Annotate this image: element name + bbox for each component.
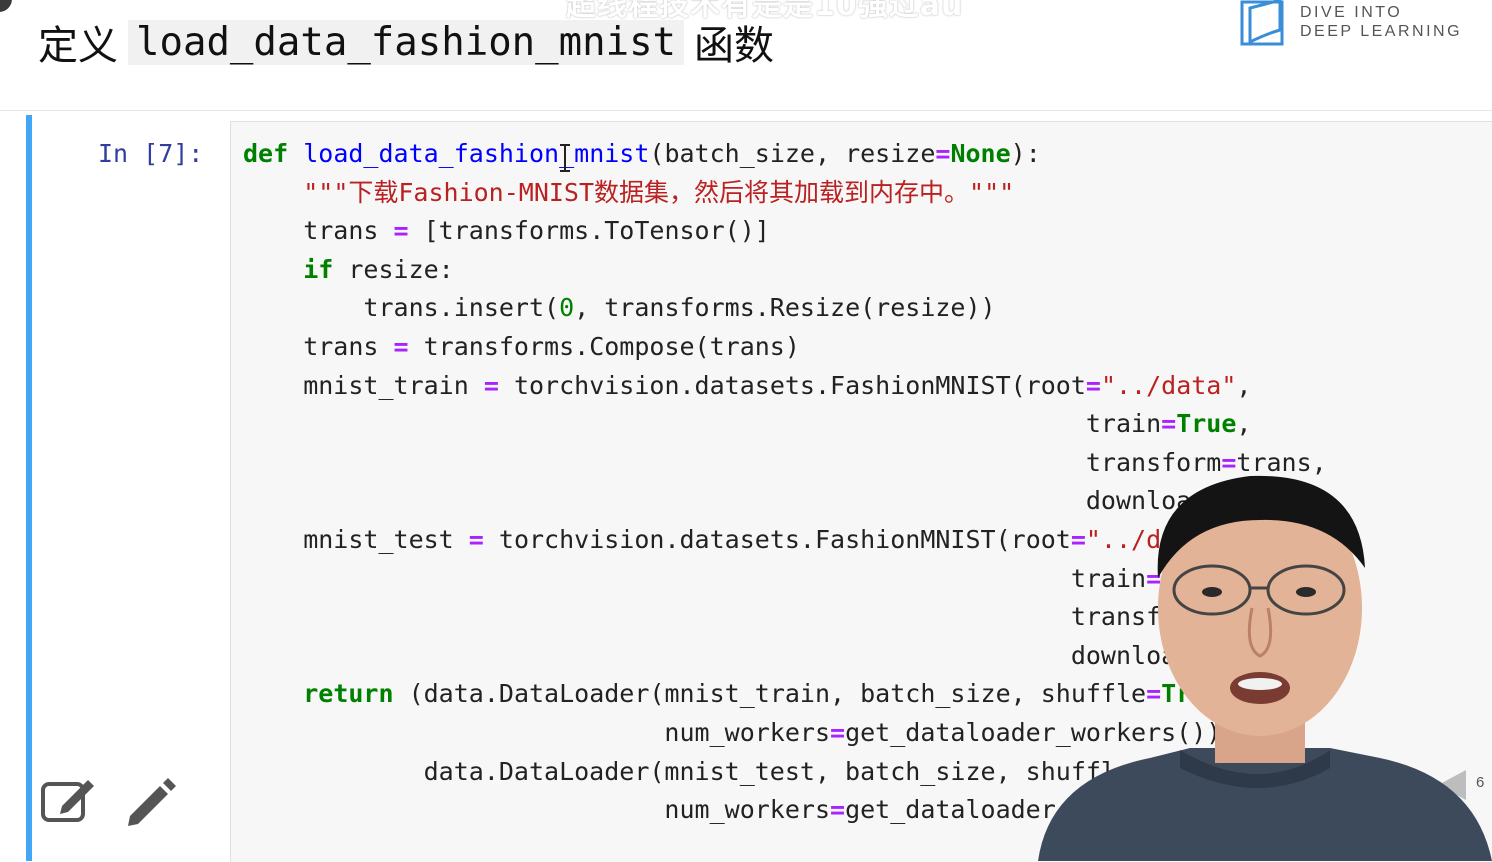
code-token: def: [243, 139, 289, 168]
code-token: resize:: [333, 254, 454, 284]
code-line: train=True,: [243, 405, 1327, 444]
edit-square-icon[interactable]: [40, 776, 96, 824]
code-token: [transforms.ToTensor()]: [408, 216, 770, 246]
code-line: if resize:: [243, 251, 1327, 290]
d2l-logo: DIVE INTO DEEP LEARNING: [1240, 0, 1462, 46]
title-prefix: 定义: [38, 23, 118, 69]
code-token: None: [950, 139, 1011, 168]
code-token: =: [830, 795, 846, 825]
title-suffix: 函数: [694, 23, 775, 69]
code-token: if: [303, 254, 334, 284]
code-token: trans.insert(: [243, 293, 560, 323]
cell-selection-bar: [26, 115, 32, 861]
code-line: mnist_train = torchvision.datasets.Fashi…: [243, 367, 1327, 406]
code-token: =: [1161, 409, 1177, 439]
code-token: return: [303, 679, 394, 709]
code-token: load_data_fashion_mnist: [303, 139, 650, 168]
code-token: num_workers: [243, 795, 830, 825]
code-line: """下载Fashion-MNIST数据集，然后将其加载到内存中。""": [243, 174, 1327, 213]
code-token: "../data": [1100, 370, 1237, 400]
code-line: trans = [transforms.ToTensor()]: [243, 212, 1327, 251]
code-token: 0: [559, 293, 575, 323]
code-token: , transforms.Resize(resize)): [574, 293, 996, 323]
code-line: trans = transforms.Compose(trans): [243, 328, 1327, 367]
code-token: =: [393, 216, 409, 246]
code-token: ,: [1236, 370, 1252, 400]
title-code: load_data_fashion_mnist: [128, 19, 685, 65]
code-token: =: [830, 717, 846, 747]
code-token: True: [1176, 409, 1237, 439]
code-token: mnist_train: [243, 370, 484, 400]
code-token: ):: [1010, 139, 1041, 168]
code-token: trans: [243, 216, 394, 246]
code-token: trans: [243, 331, 394, 361]
code-token: ,: [1236, 409, 1252, 439]
code-token: torchvision.datasets.FashionMNIST(root: [498, 370, 1086, 400]
code-token: torchvision.datasets.FashionMNIST(root: [483, 524, 1071, 554]
code-token: =: [935, 139, 951, 168]
code-token: =: [1085, 370, 1101, 400]
code-token: mnist_test: [243, 524, 469, 554]
book-logo-icon: [1240, 0, 1284, 46]
code-token: (batch_size, resize: [649, 139, 936, 168]
logo-line-1: DIVE INTO: [1300, 4, 1403, 21]
code-token: num_workers: [243, 717, 830, 747]
corner-indicator: [0, 0, 12, 12]
code-token: data.DataLoader(mnist_test, batch_size, …: [243, 756, 1132, 786]
logo-line-2: DEEP LEARNING: [1300, 23, 1463, 40]
pencil-icon[interactable]: [124, 776, 176, 826]
code-line: trans.insert(0, transforms.Resize(resize…: [243, 289, 1327, 328]
code-token: =: [393, 331, 409, 361]
header-divider: [0, 110, 1492, 111]
code-token: =: [468, 524, 484, 554]
code-token: transforms.Compose(trans): [408, 331, 800, 361]
cell-prompt: In [7]:: [98, 139, 204, 168]
code-token: train: [243, 409, 1162, 439]
text-cursor-icon: [560, 144, 570, 172]
code-token: """下载Fashion-MNIST数据集，然后将其加载到内存中。""": [303, 177, 1015, 207]
code-token: train: [243, 563, 1147, 593]
code-line: def load_data_fashion_mnist(batch_size, …: [243, 135, 1327, 174]
code-token: =: [483, 370, 499, 400]
page-title: 定义 load_data_fashion_mnist 函数: [38, 12, 774, 72]
presenter-video-overlay: [1038, 475, 1492, 861]
